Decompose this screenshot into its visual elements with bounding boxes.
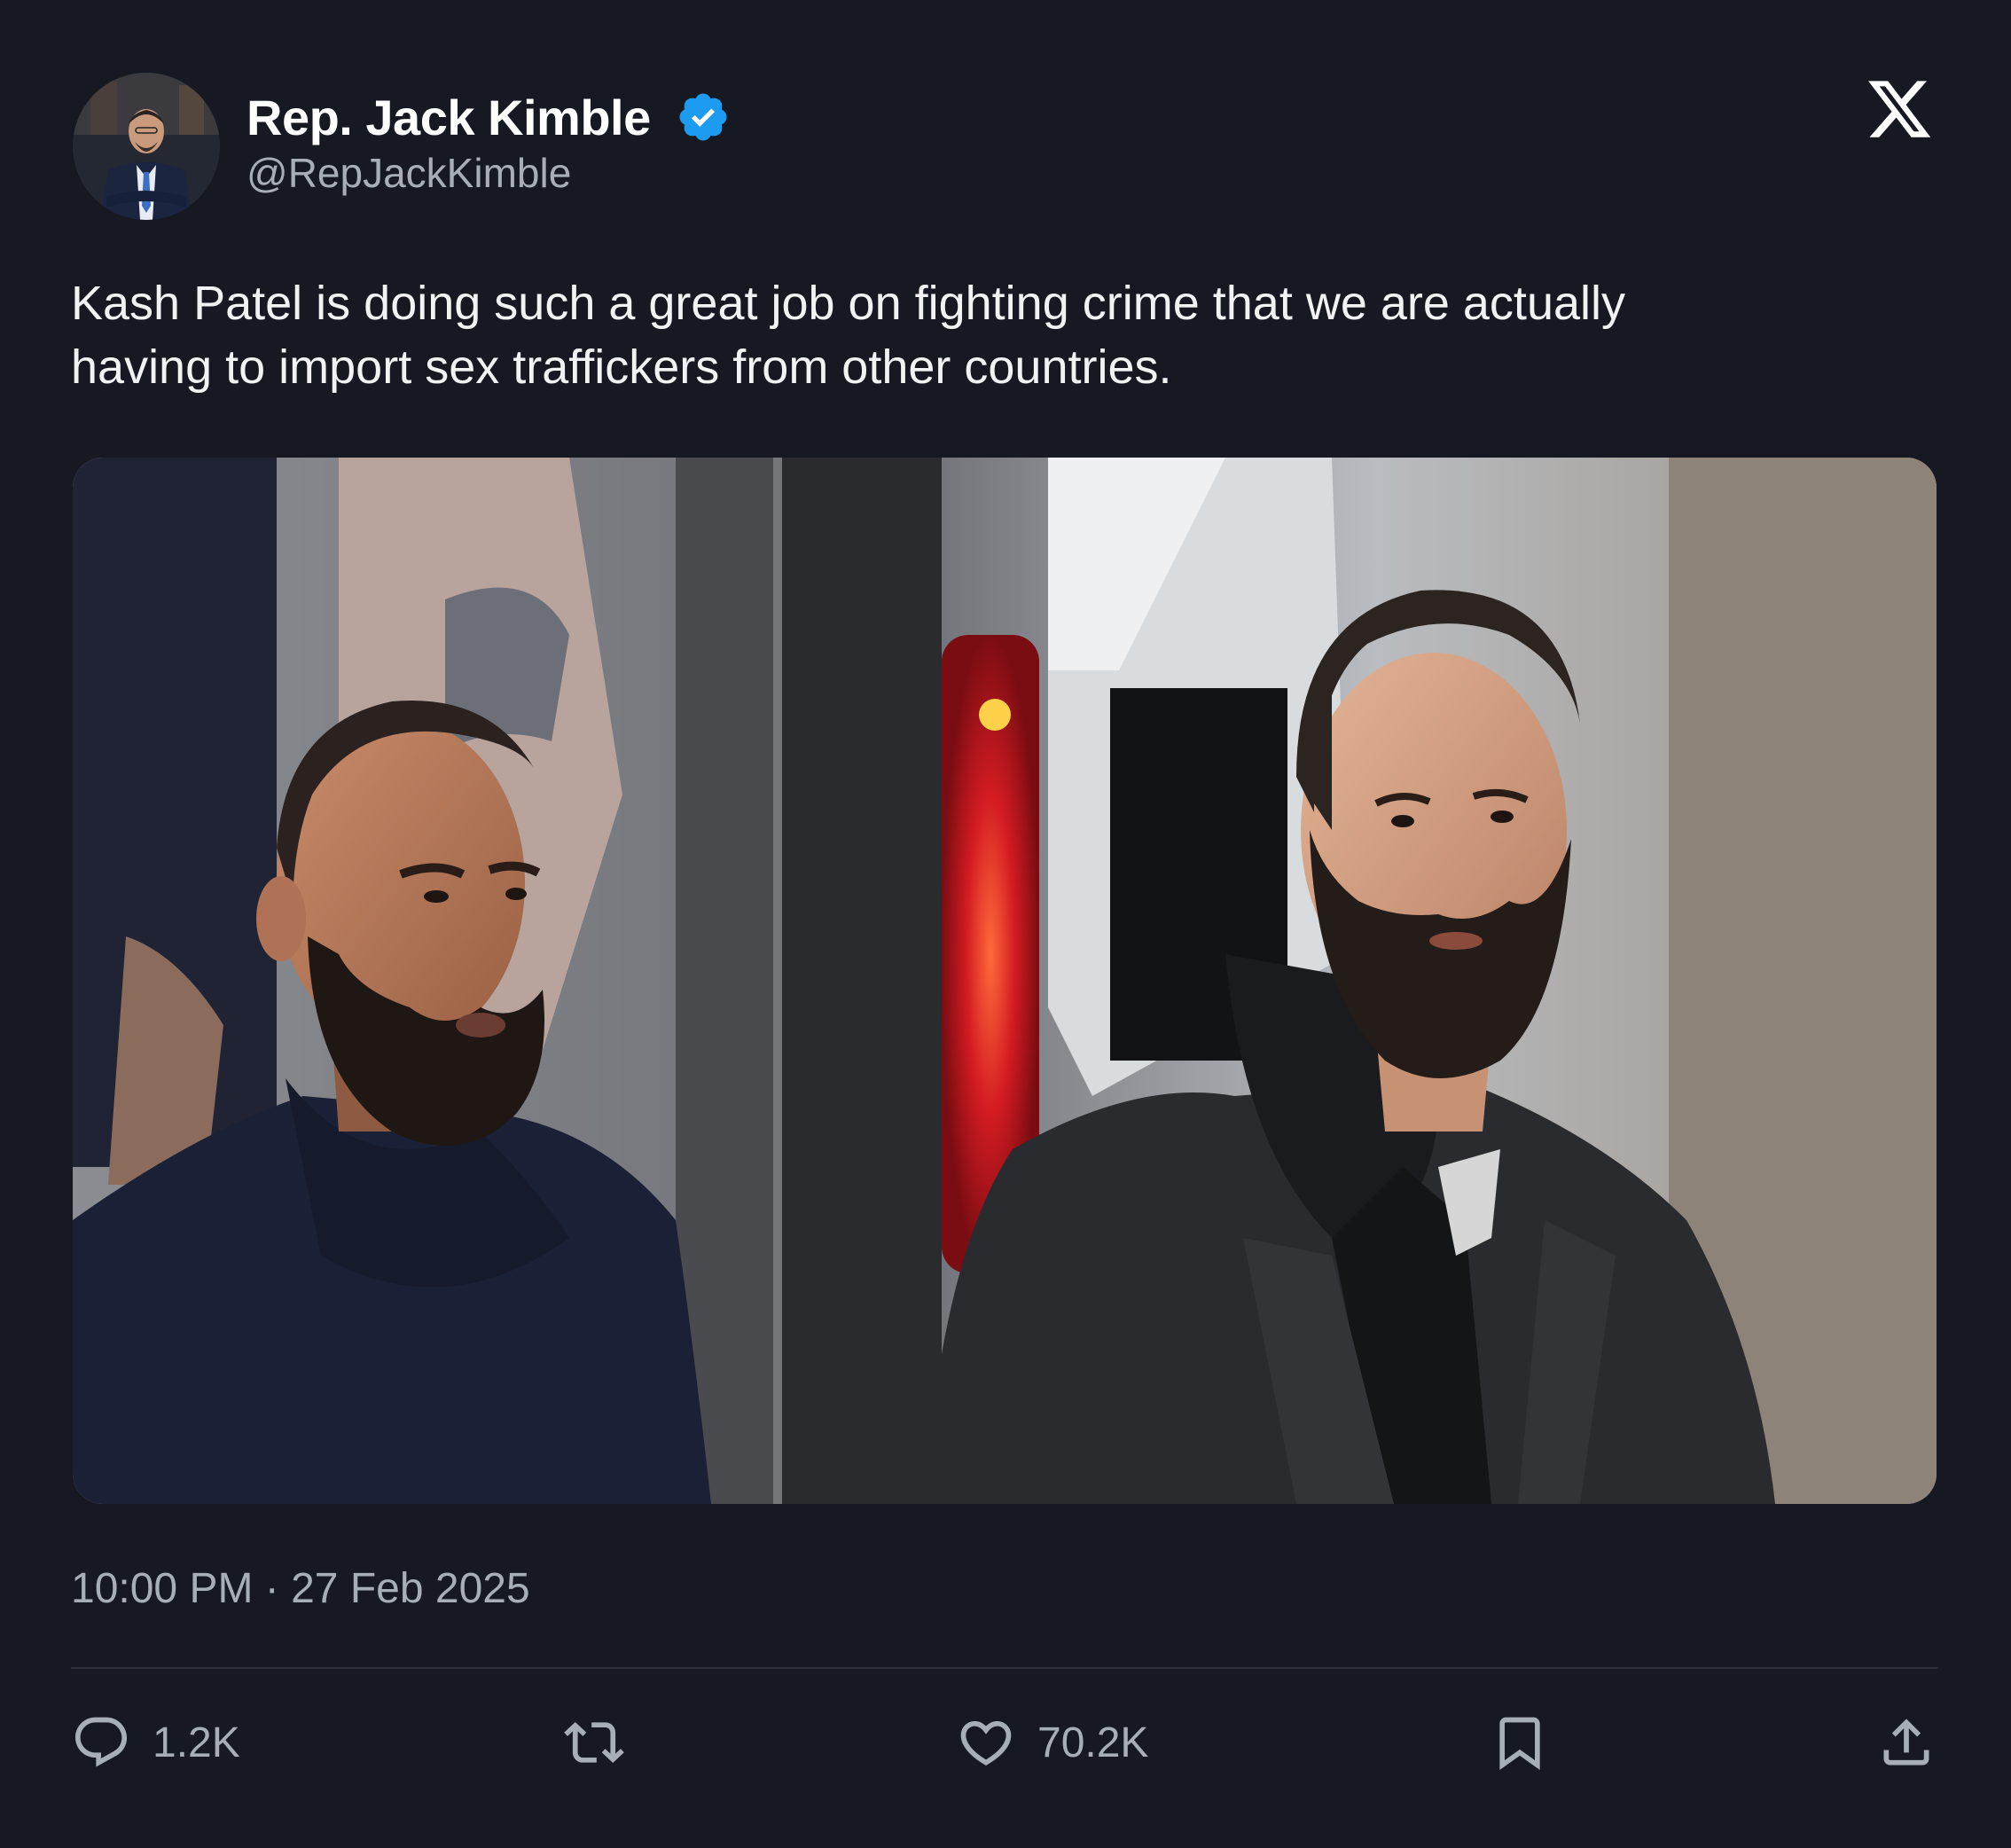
author-avatar[interactable] [73, 73, 220, 220]
tweet-card: Rep. Jack Kimble @RepJackKimble Kash Pat… [0, 0, 2011, 1848]
retweet-button[interactable] [564, 1703, 646, 1782]
action-bar: 1.2K 70.2K [71, 1703, 1938, 1782]
author-name-row: Rep. Jack Kimble [246, 85, 731, 149]
like-button[interactable]: 70.2K [956, 1703, 1148, 1782]
reply-count: 1.2K [153, 1719, 240, 1766]
like-count: 70.2K [1037, 1719, 1149, 1766]
x-logo-glyph [1868, 81, 1931, 137]
author-handle[interactable]: @RepJackKimble [246, 149, 571, 197]
share-button[interactable] [1876, 1703, 1937, 1782]
author-display-name[interactable]: Rep. Jack Kimble [246, 89, 651, 146]
bookmark-icon [1499, 1717, 1540, 1770]
tweet-media-photo[interactable] [73, 458, 1937, 1504]
reply-button[interactable]: 1.2K [71, 1703, 240, 1782]
retweet-icon [564, 1721, 624, 1764]
divider [71, 1667, 1938, 1669]
share-icon [1883, 1719, 1929, 1766]
photo-of-two-bearded-men [73, 458, 1937, 1504]
tweet-text: Kash Patel is doing such a great job on … [71, 277, 1625, 394]
bookmark-button[interactable] [1490, 1703, 1550, 1782]
avatar-image [73, 73, 220, 220]
verified-badge-icon [679, 93, 727, 141]
tweet-timestamp[interactable]: 10:00 PM · 27 Feb 2025 [71, 1564, 530, 1613]
x-logo-icon[interactable] [1864, 74, 1935, 144]
reply-icon [74, 1717, 128, 1767]
heart-icon [960, 1720, 1012, 1766]
